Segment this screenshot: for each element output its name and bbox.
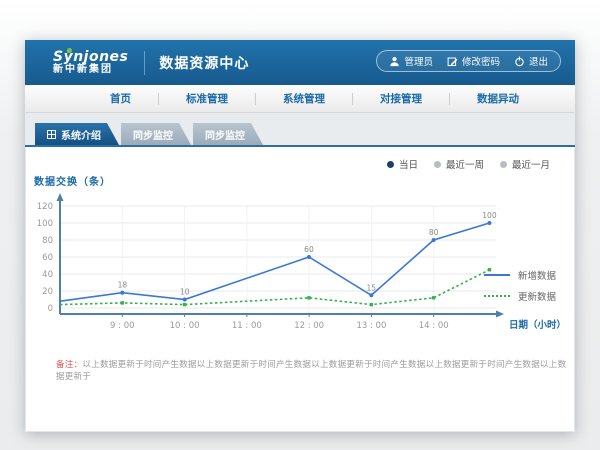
chart-legend: 新增数据 更新数据 — [484, 268, 556, 303]
power-icon — [514, 56, 525, 67]
data-point — [121, 301, 124, 304]
top-header: Synjones 新中新集团 数据资源中心 管理员 修改密码 — [25, 40, 575, 85]
x-tick-label: 12 : 00 — [294, 321, 324, 331]
y-axis-title: 数据交换（条） — [34, 173, 574, 188]
line-chart: 0 20 40 60 80 100 120 9 : 00 10 : 00 11 : 00 12 : … — [26, 190, 566, 342]
legend-label: 更新数据 — [518, 289, 556, 303]
nav-item-system-management[interactable]: 系统管理 — [256, 91, 352, 106]
x-tick-label: 10 : 00 — [170, 321, 200, 331]
data-point — [120, 291, 124, 295]
grid-icon — [47, 130, 56, 139]
footnote: 备注：以上数据更新于时间产生数据以上数据更新于时间产生数据以上数据更新于时间产生… — [56, 358, 574, 382]
dotted-line-swatch — [484, 295, 510, 297]
logo-text-cn: 新中新集团 — [53, 65, 128, 76]
footnote-text: 以上数据更新于时间产生数据以上数据更新于时间产生数据以上数据更新于时间产生数据以… — [56, 360, 566, 382]
user-icon — [389, 56, 400, 67]
filter-last-week[interactable]: 最近一周 — [434, 157, 484, 171]
edit-icon — [447, 56, 458, 67]
data-point — [307, 296, 310, 299]
point-label: 15 — [367, 283, 377, 292]
data-point — [487, 221, 491, 225]
point-label: 60 — [304, 245, 314, 254]
y-axis-arrow — [57, 193, 64, 201]
logo-text-en: Synjones — [53, 50, 128, 65]
logout-label: 退出 — [529, 54, 548, 68]
legend-label: 新增数据 — [518, 268, 556, 282]
point-label: 10 — [180, 288, 190, 297]
radio-icon — [434, 161, 441, 168]
y-tick-label: 20 — [42, 287, 53, 297]
legend-item-new-data[interactable]: 新增数据 — [484, 268, 556, 282]
tab-system-intro[interactable]: 系统介绍 — [35, 123, 119, 145]
tab-label: 同步监控 — [133, 127, 173, 142]
tab-label: 系统介绍 — [61, 127, 101, 142]
filter-last-month[interactable]: 最近一月 — [500, 157, 550, 171]
filter-today[interactable]: 当日 — [387, 157, 418, 171]
company-logo: Synjones 新中新集团 — [53, 50, 128, 75]
x-tick-label: 14 : 00 — [419, 321, 449, 331]
user-menu-button[interactable]: 管理员 — [389, 54, 433, 68]
change-password-label: 修改密码 — [462, 54, 500, 68]
logo-leaf-icon — [67, 48, 72, 53]
data-point — [183, 298, 187, 302]
nav-item-standard-management[interactable]: 标准管理 — [159, 91, 255, 106]
data-point — [432, 296, 435, 299]
logout-button[interactable]: 退出 — [514, 54, 548, 68]
y-tick-label: 40 — [42, 270, 53, 280]
main-nav: 首页 标准管理 系统管理 对接管理 数据异动 — [25, 85, 575, 113]
footnote-prefix: 备注： — [56, 360, 82, 370]
filter-label: 当日 — [399, 157, 418, 171]
x-axis-arrow — [496, 311, 504, 318]
y-tick-label: 60 — [42, 253, 53, 263]
period-filter-group: 当日 最近一周 最近一月 — [387, 157, 550, 171]
app-title: 数据资源中心 — [159, 53, 249, 73]
app-window: Synjones 新中新集团 数据资源中心 管理员 修改密码 — [25, 40, 575, 432]
nav-item-interface-management[interactable]: 对接管理 — [353, 91, 449, 106]
radio-icon — [387, 161, 394, 168]
solid-line-swatch — [484, 274, 510, 276]
x-tick-label: 13 : 00 — [356, 321, 386, 331]
radio-icon — [500, 161, 507, 168]
x-tick-label: 11 : 00 — [232, 321, 262, 331]
user-label: 管理员 — [404, 54, 433, 68]
tab-sync-monitor-2[interactable]: 同步监控 — [193, 123, 263, 145]
y-tick-label: 120 — [37, 202, 53, 212]
tab-strip: 系统介绍 同步监控 同步监控 — [25, 113, 575, 147]
point-label: 100 — [482, 211, 497, 220]
change-password-button[interactable]: 修改密码 — [447, 54, 500, 68]
point-label: 80 — [429, 228, 439, 237]
content-panel: 当日 最近一周 最近一月 数据交换（条） 0 20 40 60 80 100 120 9 : … — [25, 147, 575, 432]
y-tick-label: 100 — [37, 219, 53, 229]
data-point — [307, 255, 311, 259]
x-tick-label: 9 : 00 — [110, 321, 134, 331]
data-point — [183, 303, 186, 306]
tab-label: 同步监控 — [205, 127, 245, 142]
header-divider — [144, 51, 145, 75]
point-label: 18 — [118, 281, 128, 290]
nav-item-home[interactable]: 首页 — [83, 91, 158, 106]
data-point — [370, 303, 373, 306]
tab-sync-monitor-1[interactable]: 同步监控 — [121, 123, 191, 145]
filter-label: 最近一周 — [446, 157, 484, 171]
data-point — [369, 293, 373, 297]
chart-area: 0 20 40 60 80 100 120 9 : 00 10 : 00 11 : 00 12 : … — [26, 190, 574, 342]
nav-item-data-changes[interactable]: 数据异动 — [450, 91, 546, 106]
y-tick-label: 80 — [42, 236, 53, 246]
user-toolbar: 管理员 修改密码 退出 — [376, 50, 561, 72]
x-axis-title: 日期（小时） — [509, 319, 566, 331]
legend-item-updated-data[interactable]: 更新数据 — [484, 289, 556, 303]
data-point — [432, 238, 436, 242]
filter-label: 最近一月 — [512, 157, 550, 171]
y-tick-label: 0 — [48, 304, 53, 314]
